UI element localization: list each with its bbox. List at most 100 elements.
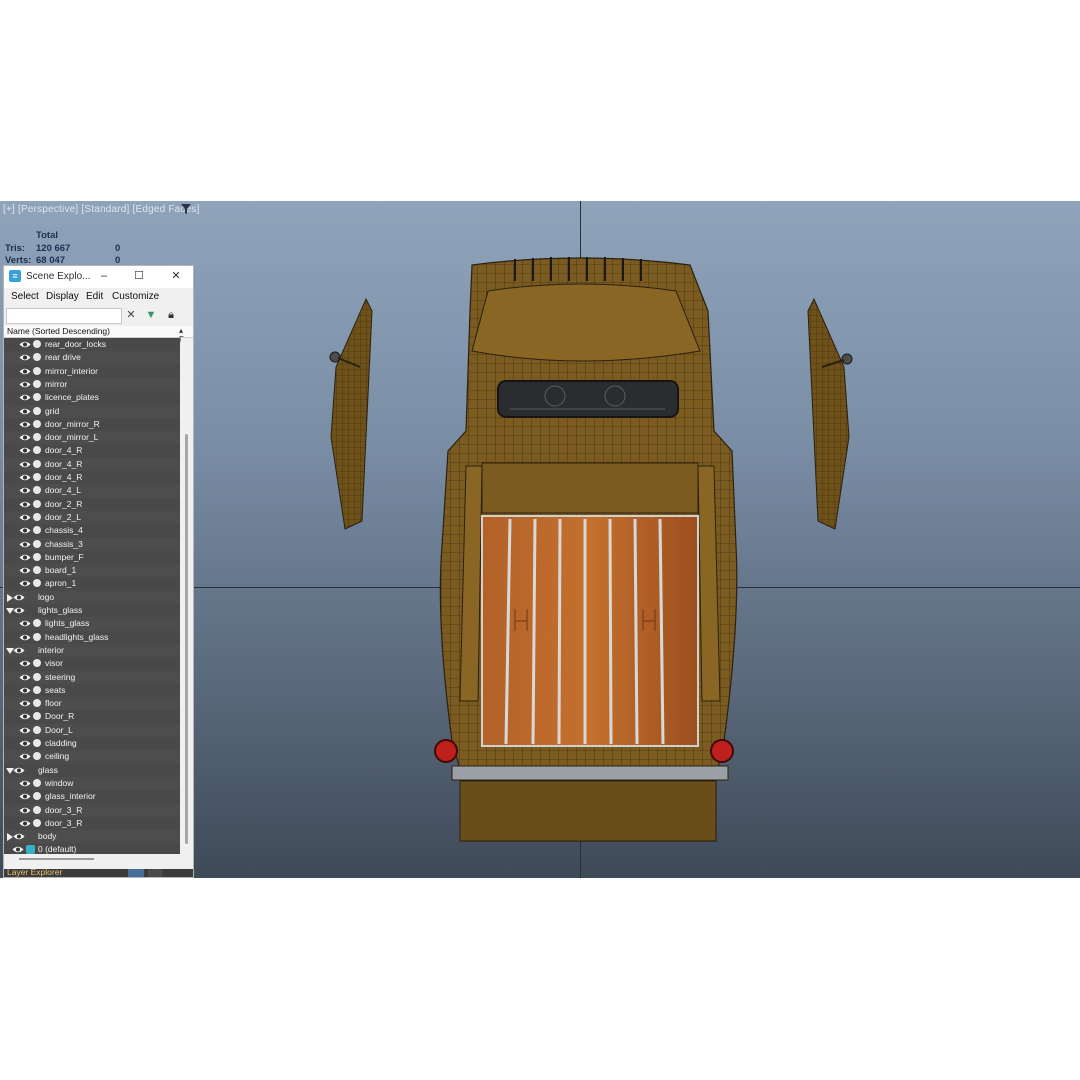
tree-item[interactable]: grid — [4, 404, 180, 418]
tree-layer-item[interactable]: 0 (default) — [4, 843, 180, 856]
eye-icon[interactable] — [19, 779, 31, 788]
eye-icon[interactable] — [19, 526, 31, 535]
truck-body[interactable] — [434, 257, 738, 842]
tree-item[interactable]: glass_interior — [4, 790, 180, 803]
tree-item[interactable]: headlights_glass — [4, 631, 180, 644]
door-right[interactable] — [807, 297, 853, 530]
tree-item[interactable]: rear_door_locks — [4, 338, 180, 351]
eye-icon[interactable] — [19, 460, 31, 469]
eye-icon[interactable] — [19, 486, 31, 495]
tree-item[interactable]: mirror_interior — [4, 365, 180, 378]
tree-item[interactable]: door_4_R — [4, 471, 180, 484]
tree-item[interactable]: chassis_4 — [4, 524, 180, 537]
eye-icon[interactable] — [19, 739, 31, 748]
menu-display[interactable]: Display — [46, 291, 79, 302]
tree-item[interactable]: window — [4, 776, 180, 791]
menu-select[interactable]: Select — [11, 291, 39, 302]
eye-icon[interactable] — [19, 393, 31, 402]
eye-icon[interactable] — [19, 340, 31, 349]
tree-item[interactable]: door_2_R — [4, 498, 180, 511]
tree-item[interactable]: door_mirror_L — [4, 431, 180, 445]
eye-icon[interactable] — [12, 845, 24, 854]
tree-group[interactable]: logo — [4, 590, 180, 604]
eye-icon[interactable] — [19, 353, 31, 362]
vertical-scrollbar[interactable] — [181, 338, 193, 854]
layer-explorer-toggle-button[interactable] — [128, 869, 144, 877]
tree-group[interactable]: interior — [4, 643, 180, 658]
tree-item[interactable]: floor — [4, 697, 180, 711]
tree-item[interactable]: door_4_R — [4, 457, 180, 471]
tree-item[interactable]: mirror — [4, 377, 180, 392]
tree-item[interactable]: door_3_R — [4, 803, 180, 817]
scene-explorer-toggle-button[interactable] — [148, 869, 162, 877]
tree-item[interactable]: visor — [4, 657, 180, 670]
tree-item[interactable]: door_4_R — [4, 444, 180, 457]
tree-group[interactable]: glass — [4, 764, 180, 777]
clear-icon[interactable]: ✕ — [125, 309, 137, 321]
eye-icon[interactable] — [19, 726, 31, 735]
tree-group[interactable]: lights_glass — [4, 604, 180, 617]
tree-item[interactable]: bumper_F — [4, 551, 180, 564]
search-input[interactable] — [6, 308, 122, 324]
tree-group[interactable]: body — [4, 830, 180, 844]
eye-icon[interactable] — [19, 752, 31, 761]
lock-icon[interactable]: 🔒︎ — [165, 309, 177, 321]
tree-item[interactable]: chassis_3 — [4, 537, 180, 551]
tree-item[interactable]: door_4_L — [4, 484, 180, 498]
eye-icon[interactable] — [19, 619, 31, 628]
tree-item[interactable]: lights_glass — [4, 617, 180, 631]
eye-icon[interactable] — [19, 673, 31, 682]
column-header[interactable]: Name (Sorted Descending) ▴ F... — [4, 326, 193, 344]
tree-item[interactable]: seats — [4, 684, 180, 697]
filter-icon[interactable]: ▼ — [145, 309, 157, 321]
tree-item[interactable]: rear drive — [4, 351, 180, 365]
eye-icon[interactable] — [19, 513, 31, 522]
tree-item[interactable]: steering — [4, 670, 180, 684]
eye-icon[interactable] — [19, 712, 31, 721]
viewport-label[interactable]: [+] [Perspective] [Standard] [Edged Face… — [3, 204, 200, 215]
minimize-button[interactable]: – — [96, 269, 112, 283]
scene-explorer-window[interactable]: ≡ Scene Explo... – ☐ ✕ Select Display Ed… — [3, 265, 194, 878]
eye-icon[interactable] — [13, 646, 25, 655]
tree-item[interactable]: board_1 — [4, 564, 180, 578]
eye-icon[interactable] — [19, 566, 31, 575]
tree-item[interactable]: cladding — [4, 737, 180, 750]
tree-item[interactable]: licence_plates — [4, 391, 180, 404]
eye-icon[interactable] — [13, 606, 25, 615]
eye-icon[interactable] — [13, 832, 25, 841]
tree-item[interactable]: door_mirror_R — [4, 418, 180, 431]
eye-icon[interactable] — [19, 367, 31, 376]
eye-icon[interactable] — [19, 433, 31, 442]
funnel-icon[interactable] — [180, 203, 192, 215]
layer-explorer-label[interactable]: Layer Explorer — [7, 867, 62, 877]
eye-icon[interactable] — [19, 473, 31, 482]
scroll-thumb[interactable] — [185, 434, 188, 844]
eye-icon[interactable] — [13, 766, 25, 775]
eye-icon[interactable] — [19, 420, 31, 429]
eye-icon[interactable] — [19, 699, 31, 708]
eye-icon[interactable] — [19, 686, 31, 695]
scene-tree[interactable]: rear_door_locks rear drive mirror_interior… — [4, 338, 180, 856]
tree-item[interactable]: apron_1 — [4, 577, 180, 590]
horizontal-scrollbar[interactable] — [19, 858, 94, 860]
maximize-button[interactable]: ☐ — [131, 269, 147, 283]
eye-icon[interactable] — [19, 819, 31, 828]
eye-icon[interactable] — [19, 380, 31, 389]
door-left[interactable] — [329, 297, 373, 530]
tree-item[interactable]: Door_R — [4, 710, 180, 723]
eye-icon[interactable] — [19, 633, 31, 642]
column-header-name[interactable]: Name (Sorted Descending) — [7, 326, 110, 336]
close-button[interactable]: ✕ — [168, 269, 184, 283]
eye-icon[interactable] — [19, 407, 31, 416]
eye-icon[interactable] — [13, 593, 25, 602]
eye-icon[interactable] — [19, 659, 31, 668]
eye-icon[interactable] — [19, 553, 31, 562]
tree-item[interactable]: door_2_L — [4, 510, 180, 525]
menu-customize[interactable]: Customize — [112, 291, 159, 302]
tree-item[interactable]: Door_L — [4, 723, 180, 737]
menu-edit[interactable]: Edit — [86, 291, 103, 302]
eye-icon[interactable] — [19, 579, 31, 588]
tree-item[interactable]: ceiling — [4, 750, 180, 764]
scene-explorer-titlebar[interactable]: ≡ Scene Explo... – ☐ ✕ — [4, 266, 193, 288]
eye-icon[interactable] — [19, 806, 31, 815]
